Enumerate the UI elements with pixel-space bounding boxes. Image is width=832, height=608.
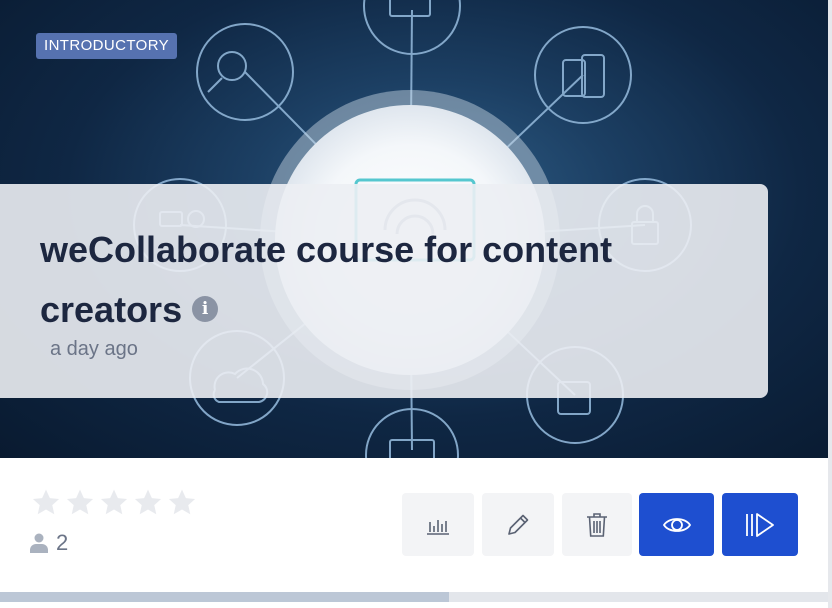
- enrolled-count: 2: [56, 530, 69, 555]
- view-button[interactable]: [639, 493, 714, 556]
- info-icon[interactable]: i: [192, 296, 219, 323]
- star-icon[interactable]: [132, 487, 164, 519]
- bar-chart-icon: [427, 519, 449, 535]
- trash-icon: [587, 512, 607, 537]
- star-icon[interactable]: [64, 487, 96, 519]
- stats-button[interactable]: [402, 493, 474, 556]
- eye-icon: [662, 517, 691, 532]
- user-icon: [30, 533, 48, 553]
- course-updated-time: a day ago: [50, 338, 138, 360]
- course-progress-fill: [0, 592, 450, 602]
- start-course-button[interactable]: [722, 493, 798, 556]
- vertical-scrollbar[interactable]: [828, 0, 832, 608]
- rating-stars[interactable]: [30, 487, 198, 519]
- course-title[interactable]: weCollaborate course for content creator…: [40, 220, 730, 340]
- course-level-badge: INTRODUCTORY: [36, 33, 178, 59]
- course-title-text: weCollaborate course for content creator…: [40, 229, 613, 330]
- star-icon[interactable]: [166, 487, 198, 519]
- play-start-icon: [746, 512, 774, 537]
- enrolled-users: 2: [30, 530, 68, 556]
- star-icon[interactable]: [30, 487, 62, 519]
- star-icon[interactable]: [98, 487, 130, 519]
- edit-button[interactable]: [482, 493, 554, 556]
- delete-button[interactable]: [562, 493, 632, 556]
- course-progress-bar: [0, 592, 832, 602]
- pencil-icon: [508, 514, 529, 535]
- course-card: INTRODUCTORY weCollaborate course for co…: [0, 0, 832, 608]
